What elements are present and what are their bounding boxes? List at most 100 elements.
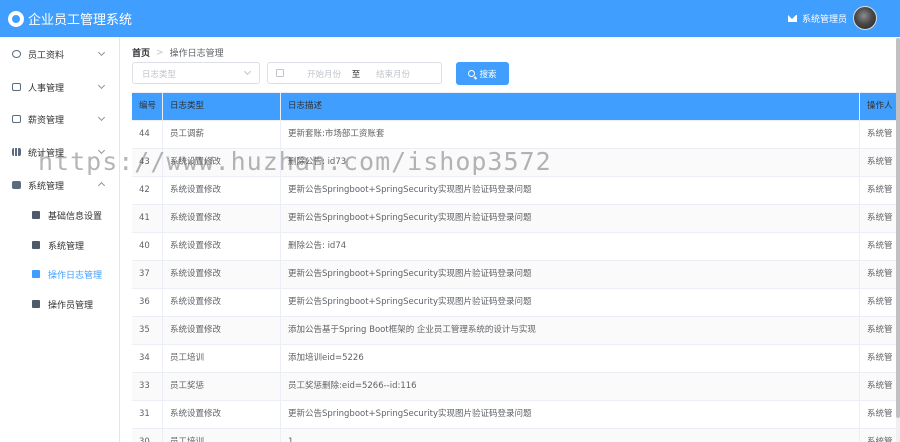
tools-icon bbox=[32, 241, 40, 249]
grid-icon bbox=[12, 181, 21, 189]
cell-description: 更新公告Springboot+SpringSecurity实现图片验证码登录问题 bbox=[281, 177, 860, 204]
cell-description: 员工奖惩删除:eid=5266--id:116 bbox=[281, 373, 860, 400]
scrollbar-thumb[interactable] bbox=[896, 38, 900, 418]
users-icon bbox=[32, 300, 40, 308]
column-header-id: 编号 bbox=[132, 93, 163, 120]
cell-description: 添加培训eid=5226 bbox=[281, 345, 860, 372]
search-button-label: 搜索 bbox=[479, 69, 497, 80]
cell-operator: 系统管 bbox=[867, 269, 893, 279]
table-row[interactable]: 37 系统设置修改 更新公告Springboot+SpringSecurity实现图… bbox=[132, 261, 900, 289]
cell-description: 更新公告Springboot+SpringSecurity实现图片验证码登录问题 bbox=[281, 261, 860, 288]
table-row[interactable]: 44 员工调薪 更新套账:市场部工资账套 系统管 bbox=[132, 121, 900, 149]
sidebar-item-label: 薪资管理 bbox=[28, 115, 65, 126]
breadcrumb-home[interactable]: 首页 bbox=[132, 46, 150, 59]
range-separator: 至 bbox=[351, 70, 361, 80]
sidebar-item-personnel[interactable]: 人事管理 bbox=[0, 72, 120, 102]
cell-description: 更新公告Springboot+SpringSecurity实现图片验证码登录问题 bbox=[281, 205, 860, 232]
cell-description: 更新公告Springboot+SpringSecurity实现图片验证码登录问题 bbox=[281, 401, 860, 428]
cell-type: 系统设置修改 bbox=[163, 261, 281, 288]
table-row[interactable]: 35 系统设置修改 添加公告基于Spring Boot框架的 企业员工管理系统的设计… bbox=[132, 317, 900, 345]
avatar[interactable] bbox=[853, 6, 877, 30]
cell-description: 更新公告Springboot+SpringSecurity实现图片验证码登录问题 bbox=[281, 289, 860, 316]
sidebar-item-employee-info[interactable]: 员工资料 bbox=[0, 39, 120, 69]
table-row[interactable]: 33 员工奖惩 员工奖惩删除:eid=5266--id:116 系统管 bbox=[132, 373, 900, 401]
cell-operator: 系统管 bbox=[867, 185, 893, 195]
settings-icon bbox=[32, 211, 40, 219]
user-menu[interactable]: 系统管理员 bbox=[787, 4, 877, 32]
submenu-item-operation-log[interactable]: 操作日志管理 bbox=[0, 259, 120, 289]
search-button[interactable]: 搜索 bbox=[456, 62, 509, 85]
cell-operator: 系统管 bbox=[867, 213, 893, 223]
table-row[interactable]: 36 系统设置修改 更新公告Springboot+SpringSecurity实现图… bbox=[132, 289, 900, 317]
cell-operator: 系统管 bbox=[867, 241, 893, 251]
cell-id: 44 bbox=[132, 121, 163, 148]
cell-description: 添加公告基于Spring Boot框架的 企业员工管理系统的设计与实现 bbox=[281, 317, 860, 344]
calendar-icon bbox=[276, 69, 284, 77]
cell-operator: 系统管 bbox=[867, 129, 893, 139]
cell-type: 系统设置修改 bbox=[163, 317, 281, 344]
breadcrumb: 首页 > 操作日志管理 bbox=[132, 46, 224, 60]
table-row[interactable]: 31 系统设置修改 更新公告Springboot+SpringSecurity实现图… bbox=[132, 401, 900, 429]
list-icon bbox=[32, 270, 40, 278]
sidebar-item-label: 系统管理 bbox=[28, 181, 65, 192]
chevron-down-icon bbox=[97, 113, 106, 122]
cell-id: 42 bbox=[132, 177, 163, 204]
bar-chart-icon bbox=[12, 148, 21, 156]
cell-operator: 系统管 bbox=[867, 437, 893, 442]
submenu-item-system-management[interactable]: 系统管理 bbox=[0, 230, 120, 260]
cell-operator: 系统管 bbox=[867, 381, 893, 391]
month-range-picker[interactable]: 开始月份 至 结束月份 bbox=[267, 62, 442, 84]
submenu-item-basic-settings[interactable]: 基础信息设置 bbox=[0, 200, 120, 230]
cell-type: 系统设置修改 bbox=[163, 289, 281, 316]
table-row[interactable]: 41 系统设置修改 更新公告Springboot+SpringSecurity实现图… bbox=[132, 205, 900, 233]
cell-id: 30 bbox=[132, 429, 163, 442]
cell-type: 系统设置修改 bbox=[163, 401, 281, 428]
column-header-type: 日志类型 bbox=[163, 93, 281, 120]
user-icon bbox=[12, 50, 21, 58]
chevron-down-icon bbox=[97, 81, 106, 90]
table-row[interactable]: 40 系统设置修改 删除公告: id74 系统管 bbox=[132, 233, 900, 261]
cell-description: 1 bbox=[281, 429, 860, 442]
submenu-item-operators[interactable]: 操作员管理 bbox=[0, 289, 120, 319]
app-title: 企业员工管理系统 bbox=[28, 13, 133, 28]
submenu-item-label: 操作员管理 bbox=[48, 300, 94, 311]
sidebar: 员工资料 人事管理 薪资管理 统计管理 系统管理 基础信息设置 系统管理 操作日… bbox=[0, 37, 120, 442]
page-scrollbar[interactable] bbox=[896, 38, 900, 442]
column-header-description: 日志描述 bbox=[281, 93, 860, 120]
start-month-input[interactable]: 开始月份 bbox=[298, 68, 350, 80]
submenu-item-label: 系统管理 bbox=[48, 241, 85, 252]
cell-type: 系统设置修改 bbox=[163, 177, 281, 204]
end-month-input[interactable]: 结束月份 bbox=[366, 68, 420, 80]
table-row[interactable]: 34 员工培训 添加培训eid=5226 系统管 bbox=[132, 345, 900, 373]
logo-icon bbox=[8, 10, 24, 27]
user-name[interactable]: 系统管理员 bbox=[802, 12, 847, 25]
log-type-placeholder: 日志类型 bbox=[142, 70, 177, 80]
cell-type: 系统设置修改 bbox=[163, 205, 281, 232]
submenu-item-label: 基础信息设置 bbox=[48, 211, 103, 222]
sidebar-item-label: 人事管理 bbox=[28, 83, 65, 94]
sidebar-item-salary[interactable]: 薪资管理 bbox=[0, 104, 120, 134]
cell-id: 37 bbox=[132, 261, 163, 288]
cell-operator: 系统管 bbox=[867, 157, 893, 167]
cell-type: 员工培训 bbox=[163, 429, 281, 442]
table-row[interactable]: 42 系统设置修改 更新公告Springboot+SpringSecurity实现图… bbox=[132, 177, 900, 205]
table-row[interactable]: 30 员工培训 1 系统管 bbox=[132, 429, 900, 442]
log-type-select[interactable]: 日志类型 bbox=[132, 62, 260, 84]
breadcrumb-separator: > bbox=[156, 47, 164, 58]
main-content: 首页 > 操作日志管理 日志类型 开始月份 至 结束月份 搜索 编号 日志类型 … bbox=[121, 37, 900, 442]
cell-operator: 系统管 bbox=[867, 325, 893, 335]
id-card-icon bbox=[12, 83, 21, 91]
cell-id: 31 bbox=[132, 401, 163, 428]
column-header-operator: 操作人 bbox=[867, 101, 893, 111]
cell-operator: 系统管 bbox=[867, 353, 893, 363]
top-header: 企业员工管理系统 系统管理员 bbox=[0, 0, 900, 37]
cell-id: 33 bbox=[132, 373, 163, 400]
submenu-item-label: 操作日志管理 bbox=[48, 270, 103, 281]
cell-type: 员工奖惩 bbox=[163, 373, 281, 400]
money-icon bbox=[12, 115, 21, 123]
chevron-up-icon bbox=[97, 181, 106, 190]
chevron-down-icon bbox=[97, 48, 106, 57]
cell-type: 员工调薪 bbox=[163, 121, 281, 148]
cell-id: 34 bbox=[132, 345, 163, 372]
cell-type: 系统设置修改 bbox=[163, 233, 281, 260]
